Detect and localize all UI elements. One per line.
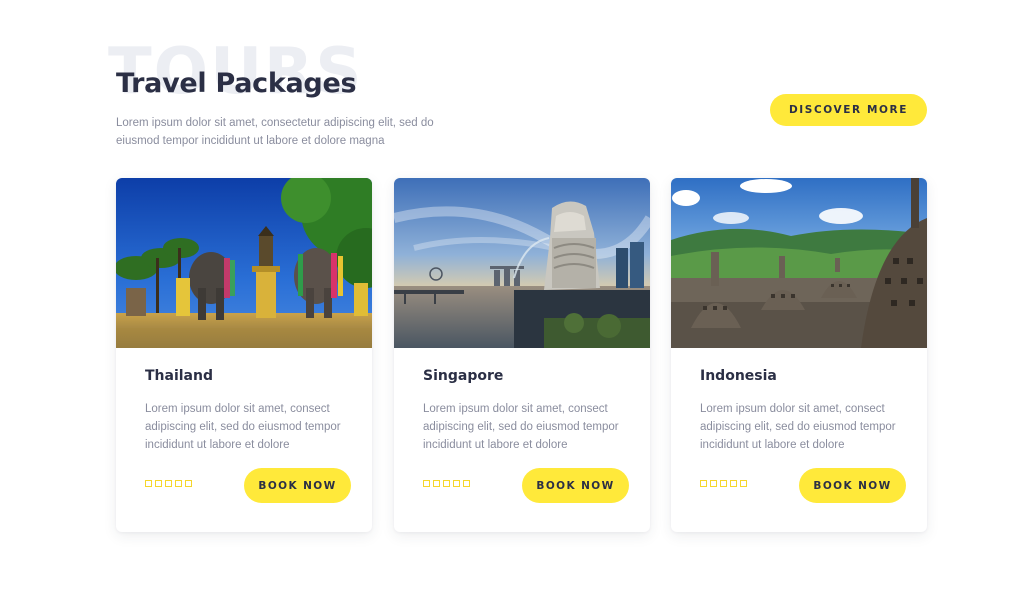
rating-stars: [423, 480, 470, 487]
indonesia-photo[interactable]: [671, 178, 927, 348]
card-description: Lorem ipsum dolor sit amet, consect adip…: [700, 403, 896, 451]
package-card-indonesia: Indonesia Lorem ipsum dolor sit amet, co…: [671, 178, 927, 532]
star-icon: [423, 480, 430, 487]
star-icon: [185, 480, 192, 487]
star-icon: [463, 480, 470, 487]
page-title: Travel Packages: [116, 68, 357, 99]
star-icon: [175, 480, 182, 487]
star-icon: [730, 480, 737, 487]
card-title: Indonesia: [700, 368, 777, 384]
card-description: Lorem ipsum dolor sit amet, consect adip…: [423, 403, 619, 451]
rating-stars: [700, 480, 747, 487]
card-title: Singapore: [423, 368, 504, 384]
rating-stars: [145, 480, 192, 487]
card-title: Thailand: [145, 368, 213, 384]
star-icon: [165, 480, 172, 487]
book-now-button[interactable]: BOOK NOW: [799, 468, 906, 503]
star-icon: [700, 480, 707, 487]
singapore-photo[interactable]: [394, 178, 650, 348]
book-now-button[interactable]: BOOK NOW: [522, 468, 629, 503]
star-icon: [433, 480, 440, 487]
book-now-button[interactable]: BOOK NOW: [244, 468, 351, 503]
section-intro: Lorem ipsum dolor sit amet, consectetur …: [116, 117, 434, 147]
star-icon: [720, 480, 727, 487]
package-card-singapore: Singapore Lorem ipsum dolor sit amet, co…: [394, 178, 650, 532]
star-icon: [453, 480, 460, 487]
star-icon: [155, 480, 162, 487]
discover-more-button[interactable]: DISCOVER MORE: [770, 94, 927, 126]
thailand-photo[interactable]: [116, 178, 372, 348]
star-icon: [740, 480, 747, 487]
star-icon: [710, 480, 717, 487]
star-icon: [443, 480, 450, 487]
star-icon: [145, 480, 152, 487]
card-description: Lorem ipsum dolor sit amet, consect adip…: [145, 403, 341, 451]
package-card-thailand: Thailand Lorem ipsum dolor sit amet, con…: [116, 178, 372, 532]
